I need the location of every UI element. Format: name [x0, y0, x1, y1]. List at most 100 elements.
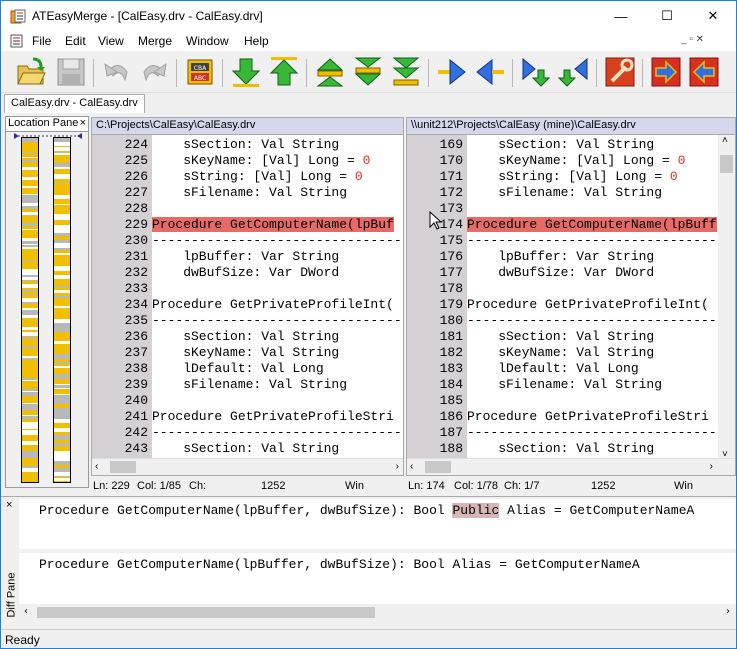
right-code-line[interactable]: 170 sKeyName: [Val] Long = 0	[407, 153, 735, 169]
left-code-line[interactable]: 243 sSection: Val String	[92, 441, 403, 457]
menu-window[interactable]: Window	[186, 34, 229, 48]
left-code-line[interactable]: 239 sFilename: Val String	[92, 377, 403, 393]
arrow-right-button[interactable]	[436, 56, 468, 88]
merge-right-button[interactable]	[650, 56, 682, 88]
right-code-line[interactable]: 180 --------------------------------	[407, 313, 735, 329]
location-pane[interactable]: Location Pane ×	[5, 116, 89, 488]
scroll-left-icon[interactable]: ‹	[24, 606, 28, 617]
left-code-line[interactable]: 227 sFilename: Val String	[92, 185, 403, 201]
diff-horizontal-scrollbar[interactable]: ‹ ›	[19, 604, 736, 621]
move-up-button[interactable]	[268, 56, 300, 88]
left-code-line[interactable]: 235 --------------------------------	[92, 313, 403, 329]
next-diff-button[interactable]	[352, 56, 384, 88]
right-code-line[interactable]: 185	[407, 393, 735, 409]
right-code-line[interactable]: 182 sKeyName: Val String	[407, 345, 735, 361]
left-code-line[interactable]: 230 --------------------------------	[92, 233, 403, 249]
merge-left-button[interactable]	[688, 56, 720, 88]
left-code-line[interactable]: 229 Procedure GetComputerName(lpBuf	[92, 217, 403, 233]
menu-file[interactable]: File	[32, 34, 51, 48]
left-code-line[interactable]: 237 sKeyName: Val String	[92, 345, 403, 361]
copy-down-left-button[interactable]	[558, 56, 590, 88]
mdi-window-controls[interactable]: _ ▫ ✕	[681, 34, 704, 45]
prev-diff-button[interactable]	[314, 56, 346, 88]
left-code-line[interactable]: 233	[92, 281, 403, 297]
right-vscroll-thumb[interactable]	[720, 155, 733, 173]
right-code-line[interactable]: 171 sString: [Val] Long = 0	[407, 169, 735, 185]
document-icon[interactable]	[10, 34, 24, 48]
left-code-line[interactable]: 231 lpBuffer: Var String	[92, 249, 403, 265]
close-button[interactable]: ✕	[690, 1, 736, 31]
left-code-line[interactable]: 225 sKeyName: [Val] Long = 0	[92, 153, 403, 169]
diff-right-text: Procedure GetComputerName(lpBuffer, dwBu…	[39, 557, 640, 572]
location-bar-right[interactable]	[53, 137, 71, 483]
left-file-panel[interactable]: C:\Projects\CalEasy\CalEasy.drv 224 sSec…	[91, 117, 404, 476]
scroll-left-icon[interactable]: ‹	[95, 461, 98, 472]
diff-pane-close-button[interactable]: ×	[6, 499, 12, 511]
tab-caleasy[interactable]: CalEasy.drv - CalEasy.drv	[4, 94, 145, 113]
diff-pane[interactable]: × Diff Pane Procedure GetComputerName(lp…	[1, 496, 736, 625]
right-vertical-scrollbar[interactable]: ˄ ˅	[718, 135, 735, 460]
location-pane-close-button[interactable]: ×	[80, 117, 86, 129]
redo-button[interactable]	[138, 56, 170, 88]
diff-line-right[interactable]: Procedure GetComputerName(lpBuffer, dwBu…	[19, 553, 736, 621]
minimize-button[interactable]: —	[598, 1, 644, 31]
right-code-line[interactable]: 186 Procedure GetPrivateProfileStri	[407, 409, 735, 425]
right-code-line[interactable]: 181 sSection: Val String	[407, 329, 735, 345]
menu-merge[interactable]: Merge	[138, 34, 172, 48]
scroll-left-icon[interactable]: ‹	[410, 461, 413, 472]
right-code-line[interactable]: 176 lpBuffer: Var String	[407, 249, 735, 265]
scroll-right-icon[interactable]: ›	[726, 606, 730, 617]
left-code-line[interactable]: 228	[92, 201, 403, 217]
right-code-line[interactable]: 179 Procedure GetPrivateProfileInt(	[407, 297, 735, 313]
right-code-line[interactable]: 183 lDefault: Val Long	[407, 361, 735, 377]
right-file-panel[interactable]: \\unit212\Projects\CalEasy (mine)\CalEas…	[406, 117, 736, 476]
left-code-line[interactable]: 232 dwBufSize: Var DWord	[92, 265, 403, 281]
last-diff-button[interactable]	[390, 56, 422, 88]
right-code-line[interactable]: 177 dwBufSize: Var DWord	[407, 265, 735, 281]
line-number: 229	[124, 217, 148, 232]
right-code-line[interactable]: 175 --------------------------------	[407, 233, 735, 249]
right-hscroll-thumb[interactable]	[425, 461, 451, 473]
diff-hscroll-thumb[interactable]	[37, 607, 375, 618]
left-code-line[interactable]: 224 sSection: Val String	[92, 137, 403, 153]
spell-check-button[interactable]: CBA ABC	[184, 56, 216, 88]
status-bar: Ready	[1, 629, 736, 648]
left-horizontal-scrollbar[interactable]: ‹ ›	[92, 458, 403, 475]
right-horizontal-scrollbar[interactable]: ‹ ›	[407, 458, 735, 475]
right-code-line[interactable]: 173	[407, 201, 735, 217]
menu-view[interactable]: View	[98, 34, 124, 48]
mouse-cursor-icon	[429, 211, 443, 230]
open-button[interactable]	[15, 56, 47, 88]
arrow-left-button[interactable]	[474, 56, 506, 88]
left-code-line[interactable]: 236 sSection: Val String	[92, 329, 403, 345]
copy-down-right-button[interactable]	[520, 56, 552, 88]
options-button[interactable]	[604, 56, 636, 88]
move-down-button[interactable]	[230, 56, 262, 88]
left-code-line[interactable]: 240	[92, 393, 403, 409]
left-code-line[interactable]: 242 --------------------------------	[92, 425, 403, 441]
right-code-line[interactable]: 184 sFilename: Val String	[407, 377, 735, 393]
left-code-line[interactable]: 226 sString: [Val] Long = 0	[92, 169, 403, 185]
location-bar-left[interactable]	[21, 137, 39, 483]
save-button[interactable]	[55, 56, 87, 88]
right-code-line[interactable]: 188 sSection: Val String	[407, 441, 735, 457]
diff-line-left[interactable]: Procedure GetComputerName(lpBuffer, dwBu…	[19, 499, 736, 549]
svg-text:CBA: CBA	[194, 65, 207, 72]
left-code-line[interactable]: 234 Procedure GetPrivateProfileInt(	[92, 297, 403, 313]
right-code-line[interactable]: 174 Procedure GetComputerName(lpBuff	[407, 217, 735, 233]
left-hscroll-thumb[interactable]	[110, 461, 136, 473]
title-bar[interactable]: ATEasyMerge - [CalEasy.drv - CalEasy.drv…	[1, 1, 736, 31]
maximize-button[interactable]: ☐	[644, 1, 690, 31]
left-code-line[interactable]: 241 Procedure GetPrivateProfileStri	[92, 409, 403, 425]
right-code-line[interactable]: 172 sFilename: Val String	[407, 185, 735, 201]
right-code-line[interactable]: 178	[407, 281, 735, 297]
menu-edit[interactable]: Edit	[65, 34, 86, 48]
scroll-right-icon[interactable]: ›	[396, 461, 399, 472]
right-code-line[interactable]: 169 sSection: Val String	[407, 137, 735, 153]
scroll-right-icon[interactable]: ›	[710, 461, 713, 472]
right-code-line[interactable]: 187 --------------------------------	[407, 425, 735, 441]
undo-button[interactable]	[101, 56, 133, 88]
menu-help[interactable]: Help	[244, 34, 269, 48]
scroll-up-icon[interactable]: ˄	[722, 135, 728, 146]
left-code-line[interactable]: 238 lDefault: Val Long	[92, 361, 403, 377]
